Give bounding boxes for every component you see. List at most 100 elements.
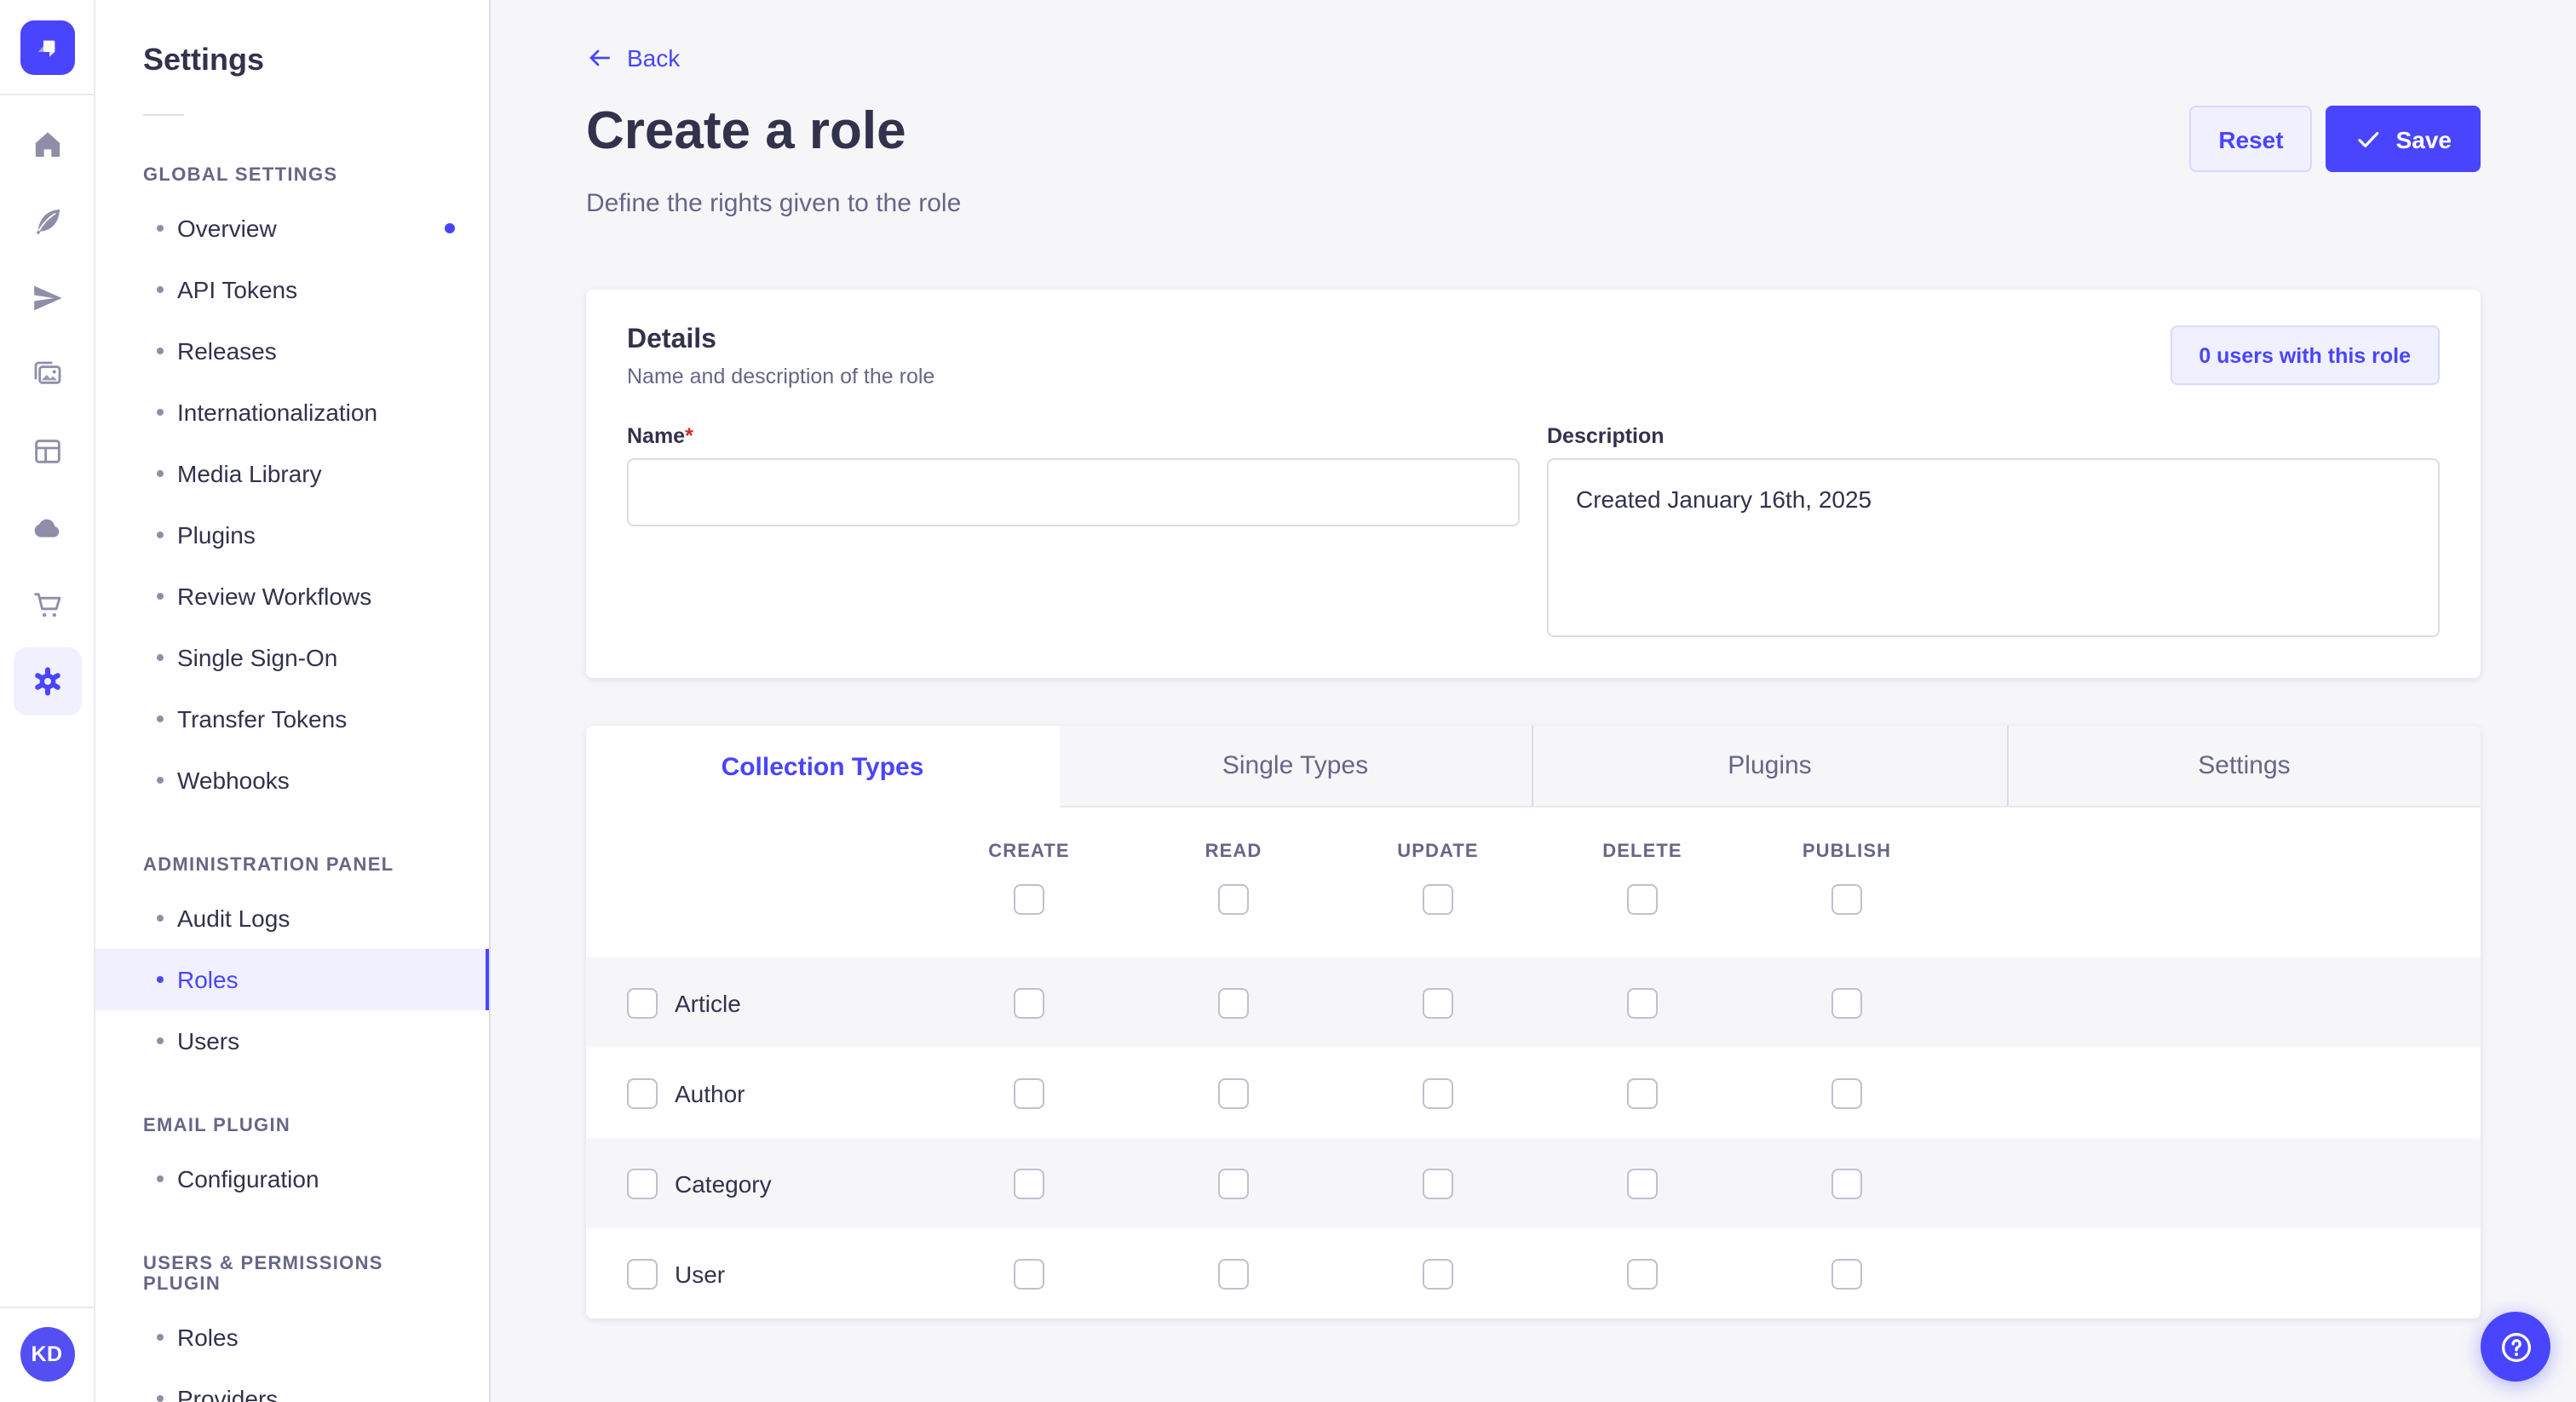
publish-checkbox[interactable]	[1831, 987, 1862, 1018]
select-all-read-checkbox[interactable]	[1218, 884, 1249, 915]
publish-checkbox[interactable]	[1831, 1077, 1862, 1108]
strapi-logo[interactable]	[20, 20, 74, 74]
back-link[interactable]: Back	[586, 44, 680, 72]
save-button[interactable]: Save	[2326, 106, 2481, 172]
bullet-icon	[157, 1334, 164, 1341]
create-checkbox[interactable]	[1014, 987, 1044, 1018]
name-input[interactable]	[627, 458, 1520, 526]
bullet-icon	[157, 1037, 164, 1044]
users-with-role-button[interactable]: 0 users with this role	[2170, 325, 2440, 385]
select-all-publish-checkbox[interactable]	[1831, 884, 1862, 915]
section-users-permissions-plugin: USERS & PERMISSIONS PLUGIN	[95, 1254, 489, 1295]
column-delete: DELETE	[1540, 842, 1745, 862]
permissions-column-headers: CREATE READ UPDATE DELETE PUBLISH	[586, 807, 2481, 862]
details-subtitle: Name and description of the role	[627, 365, 934, 388]
sidebar-item-api-tokens[interactable]: API Tokens	[95, 259, 489, 320]
sidebar-item-single-sign-on[interactable]: Single Sign-On	[95, 627, 489, 688]
column-create: CREATE	[927, 842, 1131, 862]
row-select-checkbox[interactable]	[627, 1077, 658, 1108]
bullet-icon	[157, 225, 164, 232]
read-checkbox[interactable]	[1218, 1168, 1249, 1198]
select-all-row	[586, 884, 2481, 957]
publish-checkbox[interactable]	[1831, 1258, 1862, 1289]
bullet-icon	[157, 1395, 164, 1402]
user-avatar[interactable]: KD	[20, 1327, 74, 1382]
table-row-category: Category	[586, 1138, 2481, 1228]
sidebar-item-media-library[interactable]: Media Library	[95, 443, 489, 504]
reset-button[interactable]: Reset	[2189, 106, 2312, 172]
update-checkbox[interactable]	[1423, 1258, 1453, 1289]
select-all-create-checkbox[interactable]	[1014, 884, 1044, 915]
bullet-icon	[157, 470, 164, 477]
settings-gear-icon[interactable]	[13, 647, 81, 715]
sidebar-item-overview[interactable]: Overview	[95, 198, 489, 259]
bullet-icon	[157, 976, 164, 983]
sidebar-item-releases[interactable]: Releases	[95, 320, 489, 382]
row-select-checkbox[interactable]	[627, 987, 658, 1018]
sidebar-item-audit-logs[interactable]: Audit Logs	[95, 888, 489, 949]
delete-checkbox[interactable]	[1627, 1077, 1658, 1108]
details-title: Details	[627, 325, 934, 356]
deploy-cloud-icon[interactable]	[13, 494, 81, 562]
bullet-icon	[157, 593, 164, 600]
content-type-builder-layout-icon[interactable]	[13, 417, 81, 486]
update-checkbox[interactable]	[1423, 1077, 1453, 1108]
permissions-card: Collection Types Single Types Plugins Se…	[586, 726, 2481, 1319]
notification-dot	[445, 223, 455, 233]
main-content: Back Create a role Reset Save Define the…	[491, 0, 2576, 1402]
help-button[interactable]	[2481, 1312, 2550, 1382]
read-checkbox[interactable]	[1218, 1258, 1249, 1289]
sidebar-item-roles-up[interactable]: Roles	[95, 1307, 489, 1368]
sidebar-item-configuration[interactable]: Configuration	[95, 1148, 489, 1210]
sidebar-item-providers[interactable]: Providers	[95, 1368, 489, 1402]
sidebar-item-roles-admin[interactable]: Roles	[95, 949, 489, 1010]
tab-collection-types[interactable]: Collection Types	[586, 726, 1059, 807]
content-manager-feather-icon[interactable]	[13, 187, 81, 256]
read-checkbox[interactable]	[1218, 1077, 1249, 1108]
section-email-plugin: EMAIL PLUGIN	[95, 1116, 489, 1136]
create-checkbox[interactable]	[1014, 1258, 1044, 1289]
create-checkbox[interactable]	[1014, 1168, 1044, 1198]
sidebar-item-review-workflows[interactable]: Review Workflows	[95, 566, 489, 627]
read-checkbox[interactable]	[1218, 987, 1249, 1018]
delete-checkbox[interactable]	[1627, 1258, 1658, 1289]
sidebar-item-webhooks[interactable]: Webhooks	[95, 750, 489, 811]
select-all-update-checkbox[interactable]	[1423, 884, 1453, 915]
header-actions: Reset Save	[2189, 102, 2481, 172]
sidebar-item-plugins[interactable]: Plugins	[95, 504, 489, 566]
select-all-delete-checkbox[interactable]	[1627, 884, 1658, 915]
update-checkbox[interactable]	[1423, 1168, 1453, 1198]
sidebar-item-transfer-tokens[interactable]: Transfer Tokens	[95, 688, 489, 750]
media-library-icon[interactable]	[13, 341, 81, 409]
sidebar-item-internationalization[interactable]: Internationalization	[95, 382, 489, 443]
page-subtitle: Define the rights given to the role	[586, 189, 2481, 218]
row-select-checkbox[interactable]	[627, 1258, 658, 1289]
marketplace-cart-icon[interactable]	[13, 571, 81, 639]
settings-sidebar: Settings GLOBAL SETTINGS Overview API To…	[95, 0, 491, 1402]
description-field-group: Description Created January 16th, 2025	[1547, 424, 2440, 637]
publish-checkbox[interactable]	[1831, 1168, 1862, 1198]
question-mark-icon	[2497, 1328, 2534, 1365]
table-row-article: Article	[586, 957, 2481, 1048]
sidebar-item-users[interactable]: Users	[95, 1010, 489, 1072]
bullet-icon	[157, 1175, 164, 1182]
tab-single-types[interactable]: Single Types	[1059, 726, 1532, 807]
description-textarea[interactable]: Created January 16th, 2025	[1547, 458, 2440, 637]
delete-checkbox[interactable]	[1627, 987, 1658, 1018]
strapi-logo-icon	[30, 30, 64, 64]
row-select-checkbox[interactable]	[627, 1168, 658, 1198]
column-update: UPDATE	[1336, 842, 1540, 862]
create-checkbox[interactable]	[1014, 1077, 1044, 1108]
bullet-icon	[157, 777, 164, 784]
tab-plugins[interactable]: Plugins	[1532, 726, 2006, 807]
bullet-icon	[157, 409, 164, 416]
rail-bottom: KD	[0, 1307, 94, 1402]
bullet-icon	[157, 348, 164, 354]
delete-checkbox[interactable]	[1627, 1168, 1658, 1198]
releases-send-icon[interactable]	[13, 264, 81, 332]
tab-settings[interactable]: Settings	[2006, 726, 2481, 807]
home-icon[interactable]	[13, 111, 81, 179]
bullet-icon	[157, 286, 164, 293]
page-header: Create a role Reset Save	[586, 102, 2481, 172]
update-checkbox[interactable]	[1423, 987, 1453, 1018]
